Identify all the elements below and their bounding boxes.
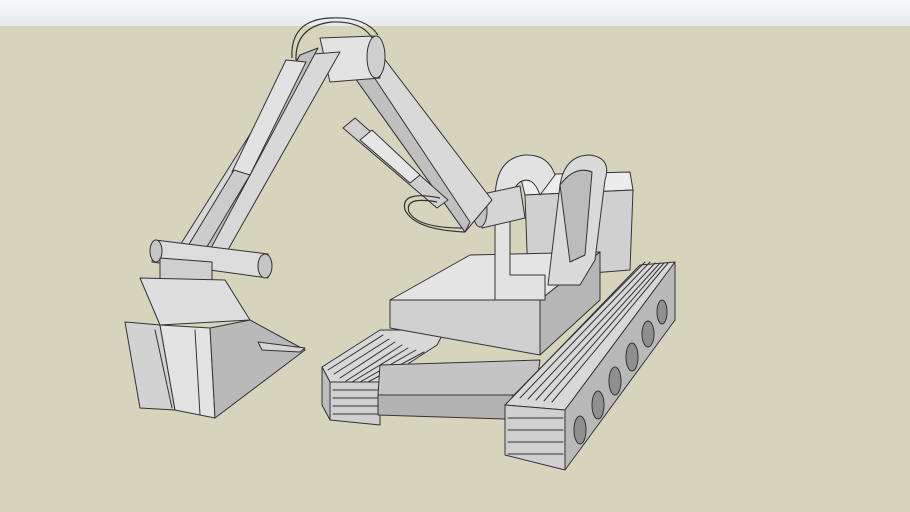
excavator-model xyxy=(124,17,676,471)
excavator-bucket xyxy=(124,277,306,419)
sketchup-viewport[interactable] xyxy=(0,0,910,512)
stick-hydraulic-cylinder xyxy=(187,59,307,251)
